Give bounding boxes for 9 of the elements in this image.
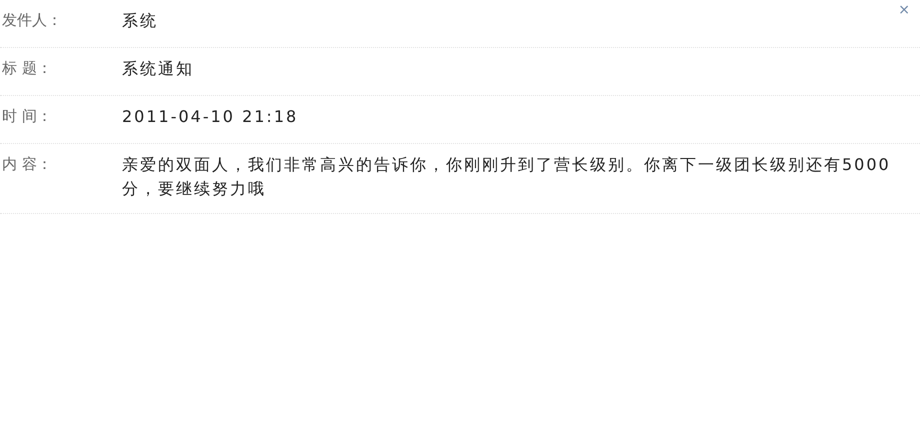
field-label: 标 题： [1, 58, 53, 79]
close-button[interactable]: × [896, 3, 912, 17]
field-label: 发件人： [1, 10, 63, 31]
field-label: 时 间： [1, 106, 53, 127]
field-label: 内 容： [1, 154, 53, 175]
field-value: 亲爱的双面人，我们非常高兴的告诉你，你刚刚升到了营长级别。你离下一级团长级别还有5000分，要继续努力哦 [122, 154, 892, 200]
field-value: 系统通知 [122, 58, 194, 80]
field-value: 系统 [122, 10, 158, 32]
field-value: 2011-04-10 21:18 [122, 106, 298, 128]
